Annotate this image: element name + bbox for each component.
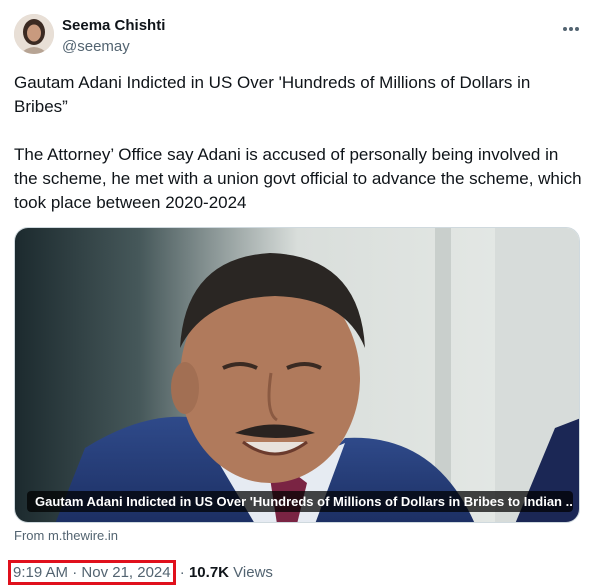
more-horizontal-icon [562, 19, 580, 37]
tweet-paragraph: The Attorney’ Office say Adani is accuse… [14, 145, 582, 212]
link-card-caption: Gautam Adani Indicted in US Over 'Hundre… [27, 491, 573, 512]
tweet-paragraph: Gautam Adani Indicted in US Over 'Hundre… [14, 73, 531, 116]
avatar[interactable] [14, 14, 54, 54]
author-name[interactable]: Seema Chishti [62, 17, 165, 34]
tweet-time: 9:19 AM [13, 564, 69, 581]
timestamp-link[interactable]: 9:19 AM · Nov 21, 2024 [8, 560, 176, 585]
tweet-header: Seema Chishti @seemay [14, 14, 587, 58]
views-label: Views [233, 564, 273, 581]
link-source[interactable]: From m.thewire.in [14, 528, 118, 543]
tweet-date: Nov 21, 2024 [81, 564, 171, 581]
tweet-text: Gautam Adani Indicted in US Over 'Hundre… [14, 71, 584, 239]
views-count: 10.7K [188, 564, 229, 581]
author-handle[interactable]: @seemay [62, 38, 130, 55]
tweet-meta: 9:19 AM · Nov 21, 2024 · 10.7K Views [8, 560, 273, 585]
tweet: Seema Chishti @seemay Gautam Adani Indic… [0, 0, 601, 587]
more-options-button[interactable] [559, 18, 583, 38]
meta-separator: · [72, 564, 78, 581]
meta-separator: · [179, 564, 185, 581]
news-photo [15, 228, 579, 522]
link-card-image[interactable]: Gautam Adani Indicted in US Over 'Hundre… [14, 227, 580, 523]
